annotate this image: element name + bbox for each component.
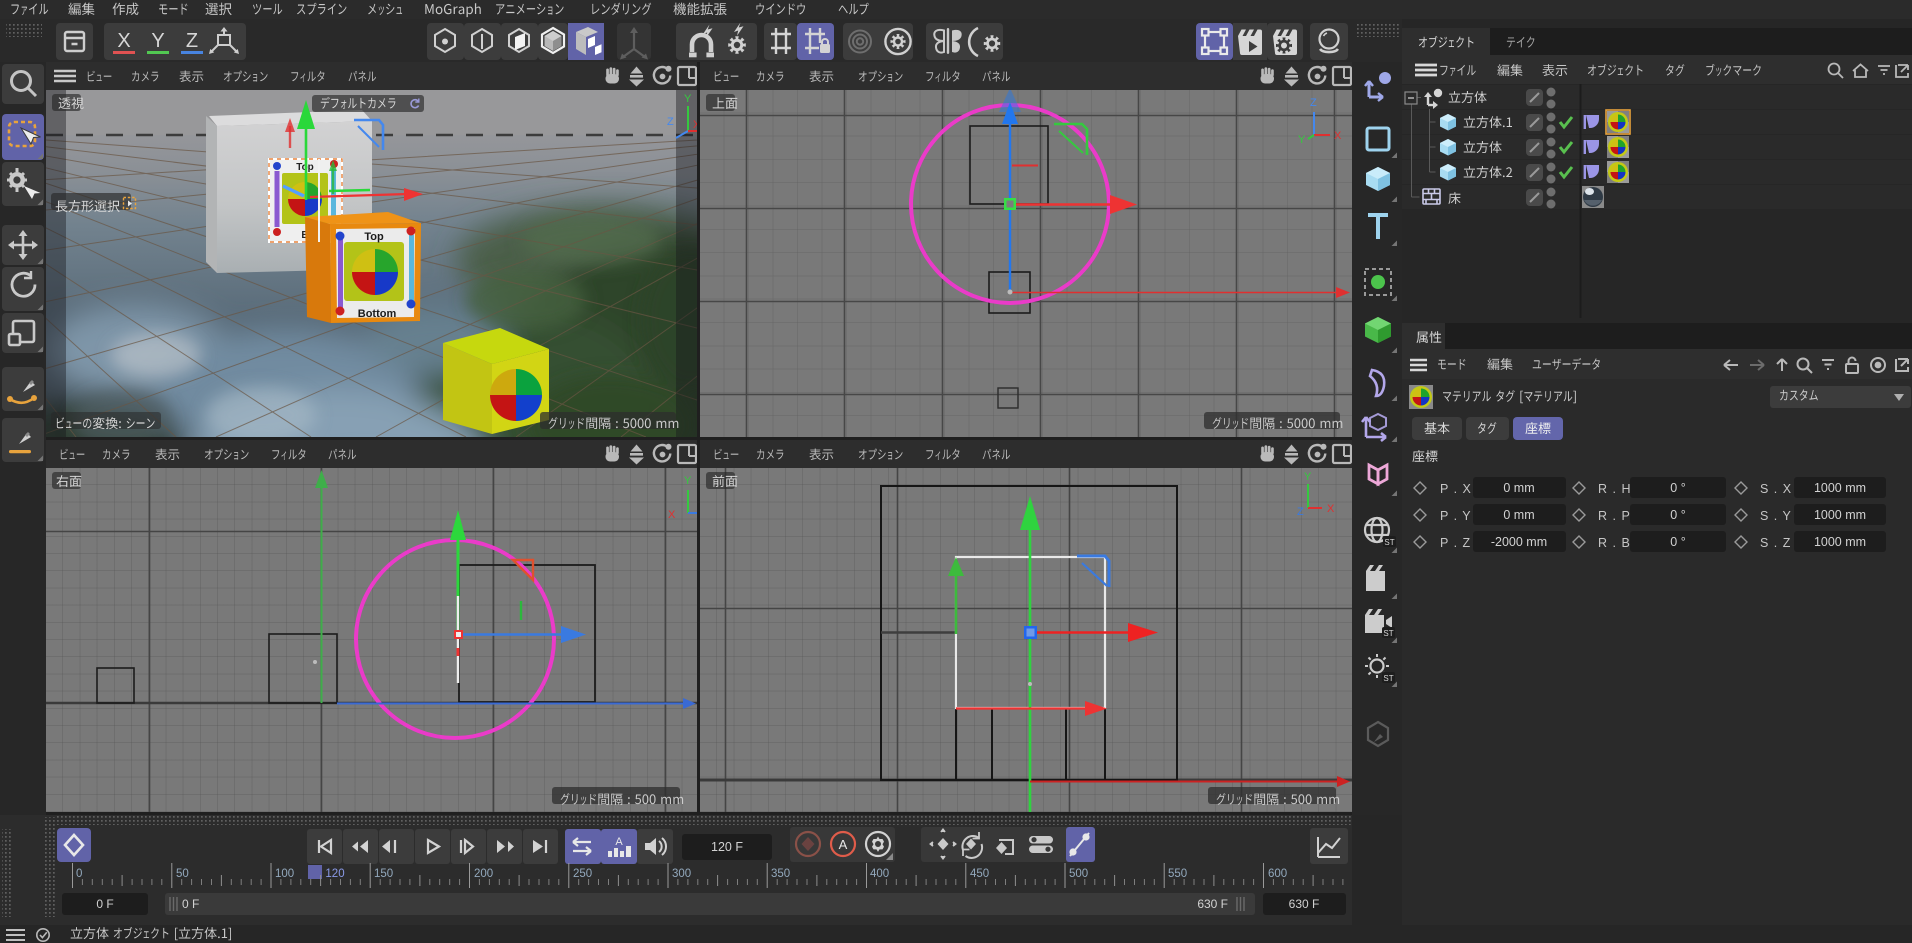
svg-text:Z: Z	[1310, 97, 1317, 109]
svg-text:0 mm: 0 mm	[1503, 508, 1534, 522]
svg-text:1000 mm: 1000 mm	[1814, 535, 1866, 549]
svg-text:500: 500	[1069, 868, 1088, 880]
svg-text:X: X	[668, 509, 676, 521]
svg-text:X: X	[117, 30, 130, 52]
svg-text:Y: Y	[1298, 134, 1306, 146]
svg-text:Z: Z	[667, 116, 674, 128]
svg-text:A: A	[615, 836, 623, 848]
svg-text:R . P: R . P	[1598, 509, 1631, 523]
svg-text:X: X	[693, 119, 697, 131]
svg-text:Y: Y	[684, 93, 692, 105]
svg-text:0 F: 0 F	[182, 897, 199, 911]
svg-text:R . H: R . H	[1598, 482, 1631, 496]
svg-text:200: 200	[474, 868, 493, 880]
svg-text:400: 400	[870, 868, 889, 880]
svg-text:100: 100	[275, 868, 294, 880]
svg-text:S . Z: S . Z	[1760, 536, 1791, 550]
svg-text:450: 450	[970, 868, 989, 880]
svg-text:250: 250	[573, 868, 592, 880]
svg-text:120: 120	[325, 868, 344, 880]
svg-text:50: 50	[176, 868, 189, 880]
svg-text:0 °: 0 °	[1670, 508, 1685, 522]
svg-text:A: A	[839, 837, 848, 852]
svg-text:550: 550	[1168, 868, 1187, 880]
svg-text:X: X	[1334, 130, 1342, 142]
svg-text:300: 300	[672, 868, 691, 880]
svg-text:S . Y: S . Y	[1760, 509, 1792, 523]
svg-text:630 F: 630 F	[1197, 897, 1228, 911]
svg-text:350: 350	[771, 868, 790, 880]
svg-text:630 F: 630 F	[1289, 897, 1320, 911]
svg-text:ST: ST	[1383, 674, 1393, 683]
svg-text:P . Y: P . Y	[1440, 509, 1472, 523]
svg-text:R . B: R . B	[1598, 536, 1631, 550]
svg-text:0 °: 0 °	[1670, 481, 1685, 495]
svg-text:0 F: 0 F	[96, 897, 113, 911]
svg-text:150: 150	[374, 868, 393, 880]
svg-text:-2000 mm: -2000 mm	[1491, 535, 1547, 549]
svg-text:Y: Y	[151, 30, 164, 52]
svg-text:Bottom: Bottom	[358, 308, 397, 320]
svg-text:0 mm: 0 mm	[1503, 481, 1534, 495]
svg-text:Z: Z	[1297, 506, 1304, 518]
svg-text:X: X	[1327, 503, 1335, 515]
svg-text:600: 600	[1268, 868, 1287, 880]
svg-text:P . X: P . X	[1440, 482, 1472, 496]
svg-text:S . X: S . X	[1760, 482, 1792, 496]
svg-text:0: 0	[76, 868, 82, 880]
svg-text:1000 mm: 1000 mm	[1814, 508, 1866, 522]
svg-text:ST: ST	[1384, 538, 1394, 547]
svg-text:P . Z: P . Z	[1440, 536, 1471, 550]
svg-text:120 F: 120 F	[711, 840, 743, 854]
svg-text:Y: Y	[1304, 471, 1312, 483]
svg-text:Y: Y	[684, 475, 692, 487]
svg-text:Z: Z	[186, 30, 198, 52]
svg-text:Top: Top	[364, 231, 384, 243]
svg-text:ST: ST	[1383, 629, 1393, 638]
svg-text:1000 mm: 1000 mm	[1814, 481, 1866, 495]
svg-text:0 °: 0 °	[1670, 535, 1685, 549]
